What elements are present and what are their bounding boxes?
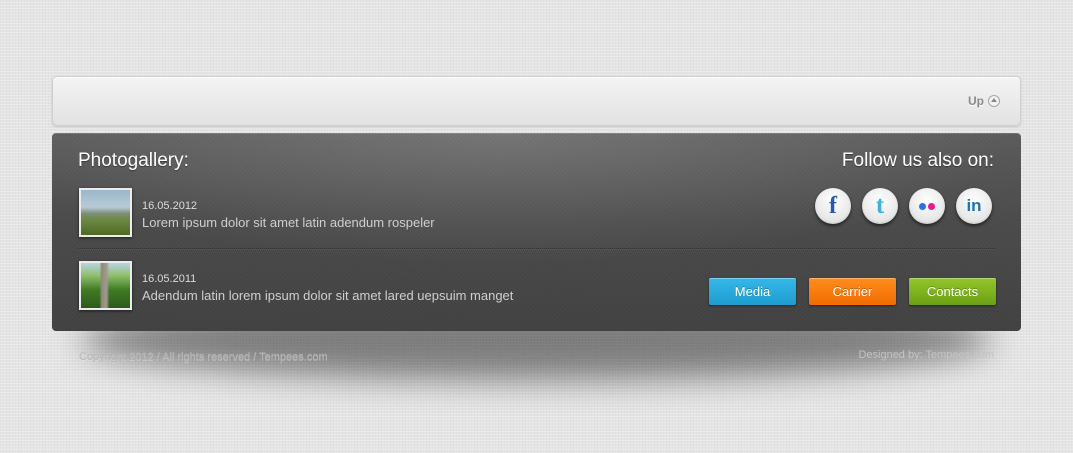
flickr-pink-dot: [928, 202, 935, 210]
contacts-button[interactable]: Contacts: [909, 278, 996, 305]
twitter-glyph: t: [875, 192, 885, 219]
facebook-icon[interactable]: f: [815, 188, 851, 224]
post-text-1[interactable]: Lorem ipsum dolor sit amet latin adendum…: [142, 215, 435, 230]
divider: [78, 248, 995, 250]
footer-panel: Photogallery: Follow us also on: 16.05.2…: [52, 133, 1021, 331]
circle-arrow-up-icon[interactable]: [988, 95, 1000, 107]
follow-us-title: Follow us also on:: [841, 150, 994, 171]
flickr-blue-dot: [919, 202, 926, 210]
gallery-thumbnail-2[interactable]: [79, 261, 132, 310]
up-label[interactable]: Up: [968, 94, 984, 108]
linkedin-icon[interactable]: in: [956, 188, 992, 224]
post-text-2[interactable]: Adendum latin lorem ipsum dolor sit amet…: [142, 288, 513, 303]
copyright-text: Copyright 2012 / All rights reserved / T…: [79, 351, 328, 363]
twitter-icon[interactable]: t: [862, 188, 898, 224]
post-date-1: 16.05.2012: [142, 200, 198, 212]
designed-by-link[interactable]: Designed by: Tempees.com: [858, 349, 994, 361]
photogallery-title: Photogallery:: [78, 150, 189, 171]
linkedin-glyph: in: [966, 196, 982, 215]
facebook-glyph: f: [829, 193, 837, 219]
carrier-button[interactable]: Carrier: [809, 278, 896, 305]
flickr-icon[interactable]: [909, 188, 945, 224]
top-bar: Up: [52, 76, 1021, 126]
gallery-thumbnail-1[interactable]: [79, 188, 132, 237]
flickr-glyph: [909, 188, 945, 224]
up-link[interactable]: Up: [968, 94, 1000, 108]
post-date-2: 16.05.2011: [142, 273, 197, 285]
media-button[interactable]: Media: [709, 278, 796, 305]
